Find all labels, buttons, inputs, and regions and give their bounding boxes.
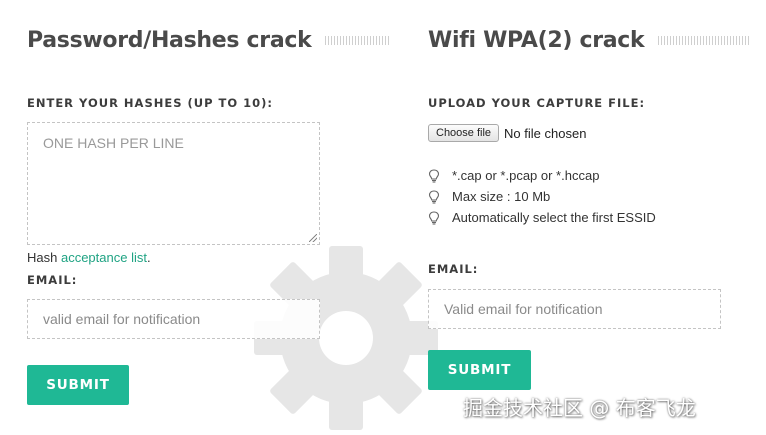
upload-tips: *.cap or *.pcap or *.hccap Max size : 10… (428, 165, 656, 228)
title-divider (325, 36, 390, 45)
tip-text: Max size : 10 Mb (452, 189, 551, 204)
resize-handle[interactable] (309, 234, 317, 242)
choose-file-button[interactable]: Choose file (428, 124, 500, 142)
submit-button[interactable]: SUBMIT (27, 365, 129, 405)
wifi-crack-header: Wifi WPA(2) crack (428, 28, 751, 53)
lightbulb-icon (428, 210, 440, 225)
email-placeholder: valid email for notification (43, 311, 201, 327)
watermark-text: 掘金技术社区 @ 布客飞龙 (463, 396, 696, 420)
wifi-crack-title: Wifi WPA(2) crack (428, 28, 645, 53)
title-divider (658, 36, 751, 45)
file-upload: Choose file No file chosen (428, 124, 586, 142)
email-placeholder: Valid email for notification (444, 301, 603, 317)
hashes-label: ENTER YOUR HASHES (UP TO 10): (27, 96, 274, 110)
hash-note-prefix: Hash (27, 250, 61, 265)
password-crack-header: Password/Hashes crack (27, 28, 390, 53)
file-status: No file chosen (504, 125, 587, 141)
hash-note-suffix: . (146, 250, 151, 265)
list-item: Automatically select the first ESSID (428, 207, 656, 228)
lightbulb-icon (428, 168, 440, 183)
email-label: EMAIL: (27, 273, 78, 287)
password-crack-title: Password/Hashes crack (27, 28, 312, 53)
hashes-placeholder: ONE HASH PER LINE (43, 135, 184, 151)
email-input[interactable]: valid email for notification (27, 299, 320, 339)
tip-text: *.cap or *.pcap or *.hccap (452, 168, 600, 183)
email-input[interactable]: Valid email for notification (428, 289, 721, 329)
tip-text: Automatically select the first ESSID (452, 210, 656, 225)
email-label: EMAIL: (428, 262, 479, 276)
upload-label: UPLOAD YOUR CAPTURE FILE: (428, 96, 646, 110)
list-item: Max size : 10 Mb (428, 186, 656, 207)
hash-acceptance-note: Hash acceptance list. (27, 250, 151, 265)
submit-button[interactable]: SUBMIT (428, 350, 531, 390)
lightbulb-icon (428, 189, 440, 204)
hashes-textarea[interactable]: ONE HASH PER LINE (27, 122, 320, 245)
acceptance-list-link[interactable]: acceptance list (61, 250, 147, 265)
list-item: *.cap or *.pcap or *.hccap (428, 165, 656, 186)
